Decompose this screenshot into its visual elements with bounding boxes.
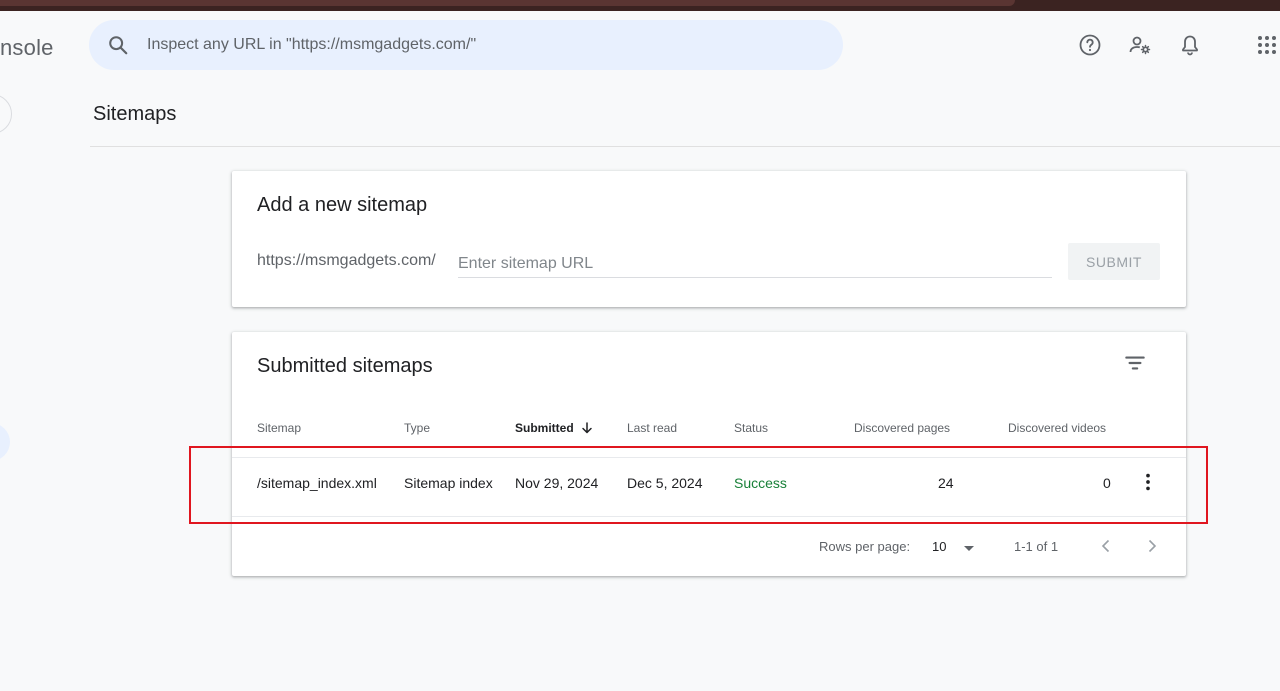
- browser-top-strip: [0, 0, 1280, 11]
- sitemap-url-input[interactable]: [458, 250, 1052, 278]
- filter-icon[interactable]: [1122, 350, 1148, 376]
- sidebar-item-sitemaps[interactable]: [0, 423, 10, 461]
- sitemap-url-prefix: https://msmgadgets.com/: [257, 252, 436, 269]
- column-header-type[interactable]: Type: [404, 421, 430, 435]
- admin-settings-icon[interactable]: [1128, 33, 1152, 57]
- rows-per-page-label: Rows per page:: [819, 539, 911, 554]
- search-input[interactable]: [147, 20, 827, 70]
- property-selector[interactable]: [0, 94, 12, 134]
- page-title: Sitemaps: [93, 103, 177, 125]
- cell-sitemap: /sitemap_index.xml: [257, 475, 377, 491]
- column-header-last-read[interactable]: Last read: [627, 421, 677, 435]
- more-vert-icon[interactable]: [1137, 471, 1159, 493]
- table-divider: [232, 457, 1186, 458]
- table-divider: [232, 516, 1186, 517]
- search-icon: [109, 36, 128, 55]
- column-header-discovered-pages[interactable]: Discovered pages: [854, 421, 950, 435]
- cell-type: Sitemap index: [404, 475, 493, 491]
- url-inspection-search[interactable]: [89, 20, 843, 70]
- chevron-right-icon[interactable]: [1142, 536, 1162, 556]
- cell-status: Success: [734, 475, 787, 491]
- column-header-status[interactable]: Status: [734, 421, 768, 435]
- column-header-submitted-label: Submitted: [515, 421, 574, 435]
- pagination-range: 1-1 of 1: [1014, 539, 1059, 554]
- submitted-sitemaps-title: Submitted sitemaps: [257, 355, 433, 377]
- cell-submitted: Nov 29, 2024: [515, 475, 599, 491]
- cell-discovered-pages: 24: [938, 475, 954, 491]
- header-divider: [90, 146, 1280, 147]
- column-header-discovered-videos[interactable]: Discovered videos: [1008, 421, 1106, 435]
- browser-tab-edge: [0, 0, 1015, 6]
- arrow-down-icon: [582, 422, 592, 434]
- add-sitemap-card: Add a new sitemap https://msmgadgets.com…: [232, 171, 1186, 307]
- cell-discovered-videos: 0: [1103, 475, 1111, 491]
- add-sitemap-title: Add a new sitemap: [257, 194, 428, 216]
- chevron-left-icon[interactable]: [1096, 536, 1116, 556]
- notifications-icon[interactable]: [1178, 33, 1202, 57]
- column-header-sitemap[interactable]: Sitemap: [257, 421, 301, 435]
- help-icon[interactable]: [1078, 33, 1102, 57]
- chevron-down-icon[interactable]: [962, 541, 976, 555]
- column-header-submitted[interactable]: Submitted: [515, 421, 593, 435]
- cell-last-read: Dec 5, 2024: [627, 475, 703, 491]
- apps-icon[interactable]: [1256, 33, 1280, 57]
- rows-per-page-select[interactable]: 10: [932, 539, 946, 554]
- submitted-sitemaps-card: Submitted sitemaps Sitemap Type Submitte…: [232, 332, 1186, 576]
- app-header: nsole: [0, 11, 1280, 81]
- product-name: nsole: [0, 35, 54, 60]
- submit-button[interactable]: SUBMIT: [1068, 243, 1160, 280]
